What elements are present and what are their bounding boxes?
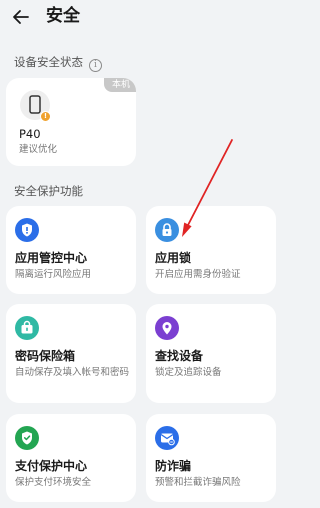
feature-name: 防诈骗 [155, 459, 192, 473]
feature-desc: 保护支付环境安全 [15, 477, 92, 488]
feature-desc: 开启应用需身份验证 [155, 269, 241, 280]
feature-card-app-control[interactable]: 应用管控中心 隔离运行风险应用 [6, 206, 136, 294]
info-icon[interactable]: i [89, 59, 102, 72]
location-pin-icon [155, 316, 179, 340]
payment-shield-icon [15, 426, 39, 450]
feature-card-anti-fraud[interactable]: 防诈骗 预警和拦截诈骗风险 [146, 414, 276, 502]
feature-name: 应用锁 [155, 251, 192, 265]
feature-card-password-vault[interactable]: 密码保险箱 自动保存及填入帐号和密码 [6, 304, 136, 403]
header-bar: 安全 [0, 0, 284, 34]
device-name: P40 [19, 127, 41, 141]
warning-icon: ! [40, 111, 51, 122]
back-arrow-icon[interactable] [11, 7, 31, 27]
device-status-section-title: 设备安全状态 [14, 55, 83, 69]
device-status-section-label: 设备安全状态 i [14, 54, 102, 72]
shield-icon [15, 218, 39, 242]
feature-desc: 自动保存及填入帐号和密码 [15, 367, 130, 378]
protection-section-label: 安全保护功能 [14, 184, 83, 198]
feature-name: 查找设备 [155, 349, 204, 363]
device-icon-wrap: ! [20, 90, 51, 122]
anti-fraud-icon [155, 426, 179, 450]
safe-icon [15, 316, 39, 340]
page-title: 安全 [46, 6, 80, 26]
device-card[interactable]: 本机 ! P40 建议优化 [6, 78, 136, 166]
device-status: 建议优化 [19, 144, 58, 155]
feature-desc: 预警和拦截诈骗风险 [155, 477, 241, 488]
lock-icon [155, 218, 179, 242]
feature-card-payment-protection[interactable]: 支付保护中心 保护支付环境安全 [6, 414, 136, 502]
current-device-badge: 本机 [103, 78, 136, 92]
security-settings-page: 安全 设备安全状态 i 本机 ! P40 建议优化 安全保护功能 应用管控中心 隔… [0, 0, 284, 508]
feature-desc: 隔离运行风险应用 [15, 269, 92, 280]
feature-name: 支付保护中心 [15, 459, 88, 473]
feature-name: 密码保险箱 [15, 349, 76, 363]
feature-card-find-device[interactable]: 查找设备 锁定及追踪设备 [146, 304, 276, 403]
feature-desc: 锁定及追踪设备 [155, 367, 222, 378]
feature-card-app-lock[interactable]: 应用锁 开启应用需身份验证 [146, 206, 276, 294]
feature-name: 应用管控中心 [15, 251, 88, 265]
